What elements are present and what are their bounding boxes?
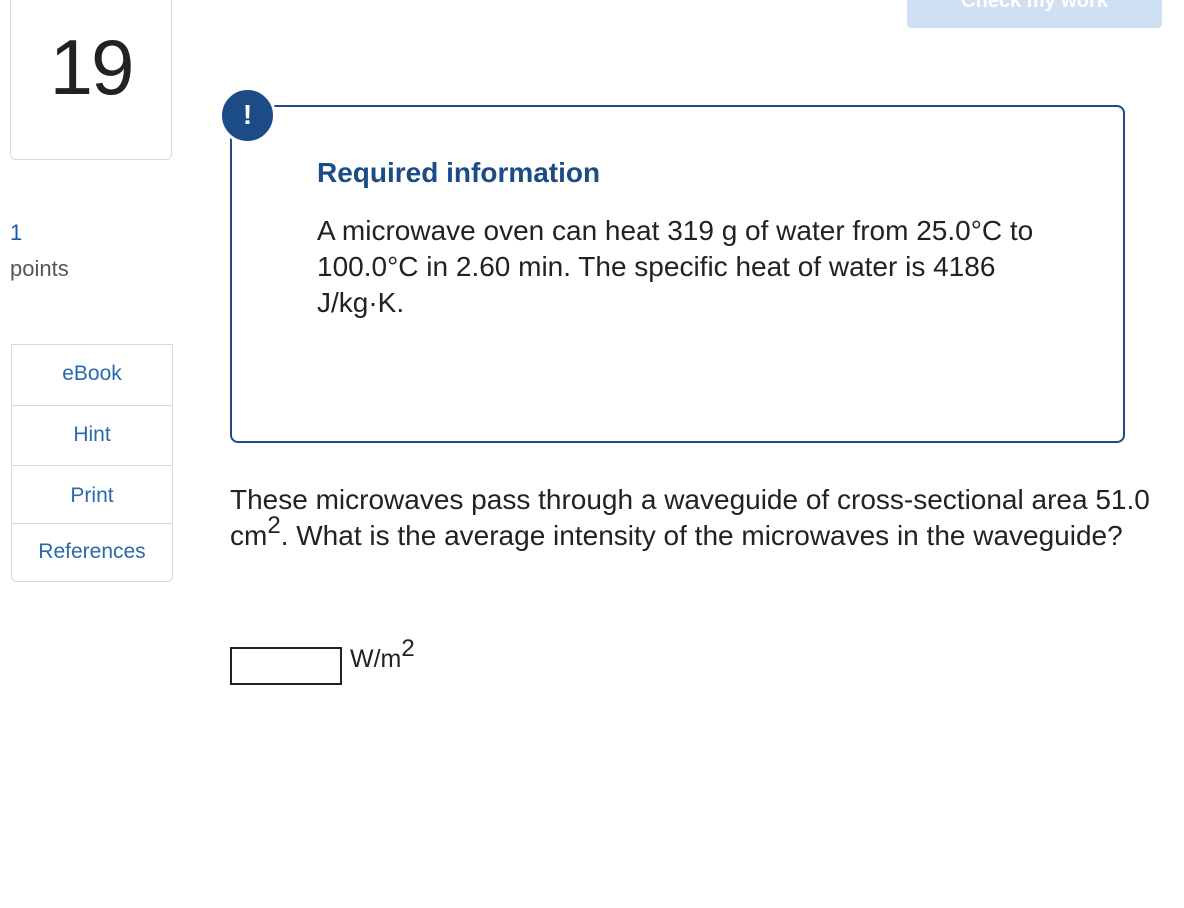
answer-unit: W/m2 (350, 636, 415, 674)
required-information-panel: Required information A microwave oven ca… (230, 105, 1125, 443)
answer-unit-base: W/m (350, 645, 402, 673)
question-text: These microwaves pass through a waveguid… (230, 482, 1160, 554)
print-link[interactable]: Print (12, 466, 172, 524)
question-tools-menu: eBook Hint Print References (11, 344, 173, 582)
points-value: 1 (10, 220, 23, 245)
question-number-card: 19 (10, 0, 172, 160)
answer-unit-exponent: 2 (401, 634, 415, 662)
question-text-end: . What is the average intensity of the m… (280, 520, 1123, 551)
required-information-title: Required information (317, 157, 601, 188)
check-my-work-button[interactable]: Check my work (907, 0, 1162, 28)
references-link[interactable]: References (12, 524, 172, 581)
question-number: 19 (49, 23, 135, 111)
question-text-exponent: 2 (267, 511, 281, 539)
answer-input[interactable] (230, 647, 342, 685)
alert-icon: ! (219, 87, 276, 144)
hint-link[interactable]: Hint (12, 406, 172, 466)
required-information-text: A microwave oven can heat 319 g of water… (317, 215, 1034, 318)
points-label: points (10, 256, 69, 281)
ebook-link[interactable]: eBook (12, 345, 172, 406)
